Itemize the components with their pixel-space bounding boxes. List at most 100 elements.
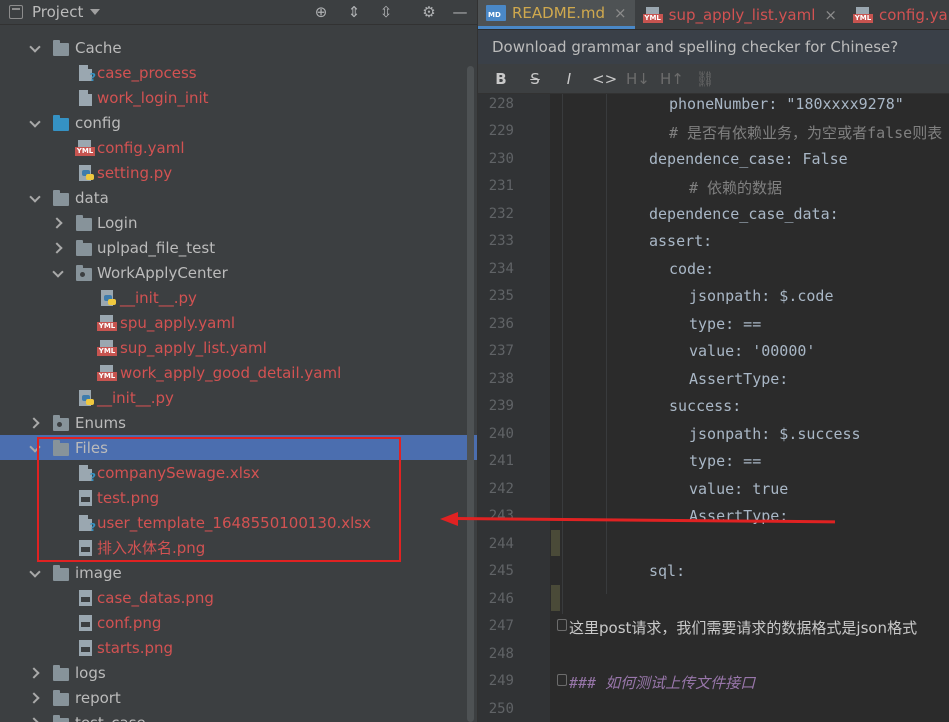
editor-pane: README.md × YML sup_apply_list.yaml × YM… bbox=[477, 0, 949, 722]
editor-tabs: README.md × YML sup_apply_list.yaml × YM… bbox=[478, 0, 949, 29]
tree-file-work-login-init[interactable]: work_login_init bbox=[0, 85, 477, 110]
project-header: Project ⊕ ⇕ ⇳ ⚙ — bbox=[0, 0, 477, 25]
tree-label: Cache bbox=[75, 38, 122, 57]
fold-icon[interactable] bbox=[557, 674, 567, 686]
tree-folder-logs[interactable]: logs bbox=[0, 660, 477, 685]
chevron-down-icon[interactable] bbox=[30, 567, 40, 577]
chevron-right-icon[interactable] bbox=[30, 717, 40, 722]
chevron-down-icon[interactable] bbox=[90, 9, 101, 15]
yaml-icon: YML bbox=[852, 6, 873, 23]
gear-icon[interactable]: ⚙ bbox=[420, 3, 438, 21]
tree-folder-config[interactable]: config bbox=[0, 110, 477, 135]
tree-folder-report[interactable]: report bbox=[0, 685, 477, 710]
tree-file-spu-apply-yaml[interactable]: YML spu_apply.yaml bbox=[0, 310, 477, 335]
markdown-toolbar: B S I <> H↓ H↑ ⛓ bbox=[478, 64, 949, 94]
tree-file-case-datas-png[interactable]: case_datas.png bbox=[0, 585, 477, 610]
project-scrollbar[interactable] bbox=[467, 66, 474, 722]
folder-icon bbox=[53, 690, 69, 706]
tree-label: case_process bbox=[97, 63, 197, 82]
line-number: 228 bbox=[488, 96, 514, 112]
tree-label: report bbox=[75, 688, 121, 707]
tree-file-case-process[interactable]: case_process bbox=[0, 60, 477, 85]
italic-button[interactable]: I bbox=[558, 68, 580, 90]
crosshair-icon[interactable]: ⊕ bbox=[312, 3, 330, 21]
chevron-right-icon[interactable] bbox=[30, 417, 40, 427]
line-number: 248 bbox=[488, 646, 514, 662]
collapse-all-icon[interactable]: ⇳ bbox=[377, 3, 395, 21]
tab-config-yaml[interactable]: YML config.yam bbox=[845, 0, 949, 29]
code-line: jsonpath: $.code bbox=[689, 287, 834, 305]
code-button[interactable]: <> bbox=[592, 68, 617, 90]
tab-sup-apply-list[interactable]: YML sup_apply_list.yaml × bbox=[635, 0, 845, 29]
yaml-icon: YML bbox=[642, 6, 663, 23]
tab-label: config.yam bbox=[878, 5, 949, 24]
line-number: 245 bbox=[488, 563, 514, 579]
chevron-right-icon[interactable] bbox=[53, 242, 63, 252]
project-panel: Project ⊕ ⇕ ⇳ ⚙ — Cache case_process wor… bbox=[0, 0, 477, 722]
expand-all-icon[interactable]: ⇕ bbox=[345, 3, 363, 21]
folder-icon bbox=[53, 715, 69, 722]
tree-folder-cache[interactable]: Cache bbox=[0, 35, 477, 60]
code-line: phoneNumber: "180xxxx9278" bbox=[669, 95, 904, 113]
code-line: # 是否有依赖业务，为空或者false则表 bbox=[669, 124, 943, 142]
image-file-icon bbox=[79, 615, 92, 631]
tree-folder-workapplycenter[interactable]: WorkApplyCenter bbox=[0, 260, 477, 285]
tree-file-setting-py[interactable]: setting.py bbox=[0, 160, 477, 185]
close-icon[interactable]: × bbox=[614, 4, 627, 22]
line-number: 249 bbox=[488, 673, 514, 689]
tree-folder-test-case[interactable]: test_case bbox=[0, 710, 477, 722]
yaml-file-icon: YML bbox=[97, 315, 117, 331]
line-number: 234 bbox=[488, 261, 514, 277]
heading-down-button[interactable]: H↓ bbox=[626, 68, 650, 90]
line-number: 238 bbox=[488, 371, 514, 387]
tree-file-sup-apply-list-yaml[interactable]: YML sup_apply_list.yaml bbox=[0, 335, 477, 360]
strikethrough-button[interactable]: S bbox=[524, 68, 546, 90]
chevron-down-icon[interactable] bbox=[30, 192, 40, 202]
tree-folder-uplpad-file-test[interactable]: uplpad_file_test bbox=[0, 235, 477, 260]
tree-file-starts-png[interactable]: starts.png bbox=[0, 635, 477, 660]
yaml-file-icon: YML bbox=[97, 365, 117, 381]
tree-file-conf-png[interactable]: conf.png bbox=[0, 610, 477, 635]
grammar-notice-banner[interactable]: Download grammar and spelling checker fo… bbox=[478, 30, 949, 64]
tree-label: starts.png bbox=[97, 638, 174, 657]
close-icon[interactable]: × bbox=[824, 6, 837, 24]
tree-file-init-py[interactable]: __init__.py bbox=[0, 385, 477, 410]
project-tree[interactable]: Cache case_process work_login_init confi… bbox=[0, 25, 477, 722]
code-line: type: == bbox=[689, 315, 762, 333]
chevron-down-icon[interactable] bbox=[30, 42, 40, 52]
line-number: 233 bbox=[488, 233, 514, 249]
heading-up-button[interactable]: H↑ bbox=[660, 68, 684, 90]
tree-folder-data[interactable]: data bbox=[0, 185, 477, 210]
tree-label: work_apply_good_detail.yaml bbox=[120, 363, 342, 382]
line-number: 237 bbox=[488, 343, 514, 359]
tree-folder-login[interactable]: Login bbox=[0, 210, 477, 235]
link-icon[interactable]: ⛓ bbox=[694, 68, 716, 90]
tree-file-work-apply-good-detail-yaml[interactable]: YML work_apply_good_detail.yaml bbox=[0, 360, 477, 385]
tree-label: data bbox=[75, 188, 109, 207]
tree-folder-enums[interactable]: Enums bbox=[0, 410, 477, 435]
annotation-arrow-head bbox=[440, 512, 458, 526]
line-number: 243 bbox=[488, 508, 514, 524]
code-line: jsonpath: $.success bbox=[689, 425, 861, 443]
change-marker bbox=[551, 585, 560, 611]
chevron-down-icon[interactable] bbox=[53, 267, 63, 277]
yaml-file-icon: YML bbox=[75, 140, 95, 156]
line-number: 247 bbox=[488, 618, 514, 634]
folder-icon bbox=[53, 115, 69, 131]
bold-button[interactable]: B bbox=[490, 68, 512, 90]
tree-folder-image[interactable]: image bbox=[0, 560, 477, 585]
text-line: 这里post请求，我们需要请求的数据格式是json格式 bbox=[569, 619, 918, 637]
fold-icon[interactable] bbox=[557, 619, 567, 631]
chevron-right-icon[interactable] bbox=[30, 667, 40, 677]
tree-file-init-py[interactable]: __init__.py bbox=[0, 285, 477, 310]
code-line: AssertType: bbox=[689, 370, 789, 388]
chevron-down-icon[interactable] bbox=[30, 117, 40, 127]
tab-readme[interactable]: README.md × bbox=[478, 0, 635, 29]
chevron-right-icon[interactable] bbox=[30, 692, 40, 702]
folder-icon bbox=[76, 240, 92, 256]
tree-file-config-yaml[interactable]: YML config.yaml bbox=[0, 135, 477, 160]
chevron-right-icon[interactable] bbox=[53, 217, 63, 227]
minimize-icon[interactable]: — bbox=[451, 3, 469, 21]
change-marker bbox=[551, 530, 560, 556]
project-title[interactable]: Project bbox=[32, 3, 83, 21]
